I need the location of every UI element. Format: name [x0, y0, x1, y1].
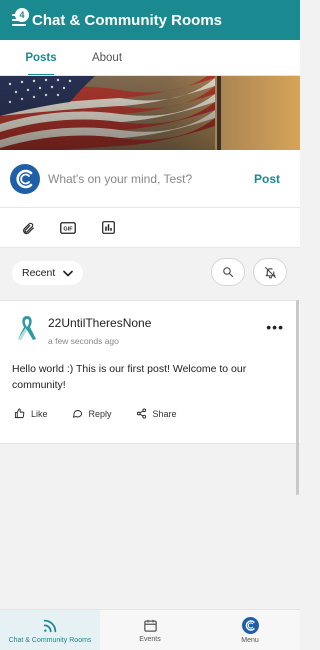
tab-about[interactable]: About [82, 40, 132, 76]
post-card: 22UntilTheresNone a few seconds ago ••• … [0, 300, 300, 444]
reply-button[interactable]: Reply [72, 408, 112, 419]
feed-filter-bar: Recent [0, 248, 300, 300]
poll-icon [101, 221, 115, 234]
attach-gif-button[interactable]: GIF [48, 208, 88, 248]
menu-badge: 4 [15, 8, 29, 22]
gif-glyph: GIF [63, 226, 73, 232]
paperclip-icon [23, 222, 34, 234]
user-avatar [10, 163, 40, 194]
attach-file-button[interactable] [8, 208, 48, 248]
nav-events[interactable]: Events [100, 610, 200, 650]
author-avatar[interactable] [12, 313, 42, 343]
post-button[interactable]: Post [254, 172, 280, 186]
tab-posts-label: Posts [25, 52, 57, 64]
menu-button[interactable]: 4 [0, 0, 34, 40]
nav-events-label: Events [139, 636, 161, 643]
rss-icon [43, 619, 57, 632]
search-button[interactable] [211, 258, 245, 286]
attachment-toolbar: GIF [0, 208, 300, 248]
nav-menu[interactable]: Menu [200, 610, 300, 650]
post-input[interactable] [48, 171, 238, 186]
share-icon [136, 408, 146, 419]
post-composer: Post [0, 150, 300, 208]
nav-menu-label: Menu [241, 637, 259, 644]
post-timestamp: a few seconds ago [48, 336, 119, 346]
reply-label: Reply [88, 408, 112, 419]
comment-icon [72, 410, 82, 418]
more-options-icon[interactable]: ••• [266, 319, 284, 335]
share-label: Share [152, 408, 177, 419]
chevron-down-icon [63, 270, 74, 276]
scrollbar[interactable] [296, 300, 299, 495]
sort-dropdown[interactable]: Recent [12, 261, 84, 285]
calendar-icon [143, 619, 157, 632]
thumbs-up-icon [14, 408, 25, 419]
awareness-ribbon-icon [18, 316, 36, 340]
sort-value: Recent [22, 267, 56, 279]
bell-off-icon [264, 266, 276, 278]
post-body-text: Hello world :) This is our first post! W… [12, 363, 247, 391]
like-label: Like [31, 408, 48, 419]
nav-chat-label: Chat & Community Rooms [8, 636, 92, 644]
notifications-toggle-button[interactable] [253, 258, 287, 286]
tab-about-label: About [91, 52, 123, 64]
share-button[interactable]: Share [136, 408, 177, 419]
tab-bar: Posts About [0, 40, 300, 76]
gif-icon: GIF [60, 221, 76, 234]
search-icon [223, 267, 234, 278]
app-title: Chat & Community Rooms [32, 11, 223, 29]
attach-poll-button[interactable] [88, 208, 128, 248]
post-actions: Like Reply Share [14, 408, 201, 419]
brand-logo-icon [241, 617, 259, 634]
like-button[interactable]: Like [14, 408, 48, 419]
bottom-navigation: Chat & Community Rooms Events Menu [0, 609, 300, 650]
community-banner-image [0, 76, 300, 150]
tab-posts[interactable]: Posts [0, 40, 82, 76]
nav-chat-community-rooms[interactable]: Chat & Community Rooms [0, 610, 100, 650]
app-bar: 4 Chat & Community Rooms [0, 0, 300, 40]
post-author-name[interactable]: 22UntilTheresNone [48, 316, 151, 330]
